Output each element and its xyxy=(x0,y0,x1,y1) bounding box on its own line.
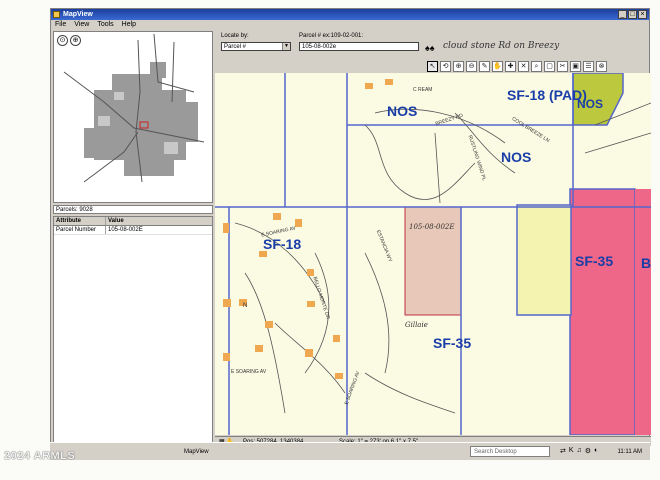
menu-bar: File View Tools Help xyxy=(51,20,649,30)
north-marker: N xyxy=(243,303,248,309)
menu-help[interactable]: Help xyxy=(122,20,136,30)
zoom-out-icon[interactable]: ⊖ xyxy=(466,61,477,72)
map-canvas[interactable]: NOS SF-18 (PAD) NOS NOS SF-18 SF-35 BG S… xyxy=(215,73,651,435)
parcel-input[interactable]: 105-08-002e xyxy=(299,42,419,51)
window-title: MapView xyxy=(63,11,93,18)
title-bar: MapView _ □ × xyxy=(51,9,649,20)
stop-icon[interactable]: ⊗ xyxy=(596,61,607,72)
parcel-example-label: Parcel # ex:109-02-001: xyxy=(299,33,364,39)
cut-icon[interactable]: ✂ xyxy=(557,61,568,72)
zone-label-nos-mid: NOS xyxy=(501,149,532,165)
print-icon[interactable]: ▣ xyxy=(570,61,581,72)
menu-tools[interactable]: Tools xyxy=(97,20,113,30)
identify-icon[interactable]: ⌕ xyxy=(531,61,542,72)
extent-icon[interactable]: ▢ xyxy=(544,61,555,72)
tray-icon[interactable]: ◐ xyxy=(594,447,598,455)
app-icon xyxy=(53,11,60,18)
attribute-value: 105-08-002E xyxy=(108,227,143,233)
attribute-header: Attribute Value xyxy=(54,217,212,226)
map-toolbar: ↖ ⟲ ⊕ ⊖ ✎ ✋ ✚ ✕ ⌕ ▢ ✂ ▣ ☰ ⊗ xyxy=(427,61,607,72)
tray-icon[interactable]: ⚙ xyxy=(585,447,591,455)
pan-hand-icon[interactable]: ✋ xyxy=(492,61,503,72)
chevron-down-icon[interactable]: ▼ xyxy=(282,43,290,50)
system-tray: ⇄ K ♫ ⚙ ◐ xyxy=(560,447,598,455)
clock: 11:11 AM xyxy=(617,449,642,455)
pencil-icon[interactable]: ✎ xyxy=(479,61,490,72)
parcel-input-value: 105-08-002e xyxy=(302,44,337,50)
zone-label-sf35-bottom: SF-35 xyxy=(433,335,472,351)
table-row[interactable]: Parcel Number 105-08-002E xyxy=(54,226,212,235)
binoculars-icon[interactable]: ♠♠ xyxy=(425,43,435,53)
overview-tools: ⊙ ⊕ xyxy=(57,35,81,46)
measure-icon[interactable]: ✚ xyxy=(505,61,516,72)
parcel-handwritten-label: 105-08-002E xyxy=(409,223,455,231)
locate-by-select[interactable]: Parcel # ▼ xyxy=(221,42,291,51)
maximize-button[interactable]: □ xyxy=(628,10,637,19)
minimize-button[interactable]: _ xyxy=(618,10,627,19)
desktop-search-input[interactable]: Search Desktop xyxy=(470,446,550,457)
window-controls: _ □ × xyxy=(618,10,647,19)
attribute-name: Parcel Number xyxy=(54,226,106,234)
menu-view[interactable]: View xyxy=(74,20,89,30)
parcel-handwritten-name: Gillaie xyxy=(405,321,428,329)
locate-by-value: Parcel # xyxy=(224,44,247,50)
tray-icon[interactable]: ♫ xyxy=(577,447,582,455)
refresh-icon[interactable]: ⟲ xyxy=(440,61,451,72)
taskbar-app-mapview[interactable]: MapView xyxy=(184,449,209,455)
close-button[interactable]: × xyxy=(638,10,647,19)
zone-label-nos-top: NOS xyxy=(387,103,418,119)
zone-label-nos-green: NOS xyxy=(577,97,604,111)
watermark: 2024 ARMLS xyxy=(4,450,76,462)
zone-label-sf18pad: SF-18 (PAD) xyxy=(507,87,587,103)
attribute-table: Attribute Value Parcel Number 105-08-002… xyxy=(53,216,213,444)
handwritten-note: cloud stone Rd on Breezy xyxy=(443,41,560,51)
overview-pan-icon[interactable]: ⊙ xyxy=(57,35,68,46)
layers-icon[interactable]: ☰ xyxy=(583,61,594,72)
zone-label-sf35-mid: SF-35 xyxy=(575,253,614,269)
locate-label: Locate by: xyxy=(221,33,249,39)
header-value[interactable]: Value xyxy=(106,217,212,225)
taskbar: MapView Search Desktop ⇄ K ♫ ⚙ ◐ 11:11 A… xyxy=(50,442,650,460)
overview-graphic xyxy=(63,33,205,183)
header-attribute[interactable]: Attribute xyxy=(54,217,106,225)
parcel-count: Parcels: 9028 xyxy=(53,205,213,214)
zone-label-sf18: SF-18 xyxy=(263,236,302,252)
street-label: E SOARING AV xyxy=(231,369,267,375)
mapview-window: MapView _ □ × File View Tools Help ⊙ ⊕ P… xyxy=(50,8,651,460)
street-label: C REAM xyxy=(413,87,433,93)
locate-bar: Locate by: Parcel # ▼ Parcel # ex:109-02… xyxy=(217,31,649,59)
zoom-in-icon[interactable]: ⊕ xyxy=(453,61,464,72)
tray-icon[interactable]: ⇄ xyxy=(560,447,566,455)
overview-map[interactable]: ⊙ ⊕ xyxy=(53,31,213,203)
overview-zoom-icon[interactable]: ⊕ xyxy=(70,35,81,46)
zone-label-bg: BG xyxy=(641,255,651,271)
tray-icon[interactable]: K xyxy=(569,447,574,455)
clear-icon[interactable]: ✕ xyxy=(518,61,529,72)
menu-file[interactable]: File xyxy=(55,20,66,30)
select-icon[interactable]: ↖ xyxy=(427,61,438,72)
